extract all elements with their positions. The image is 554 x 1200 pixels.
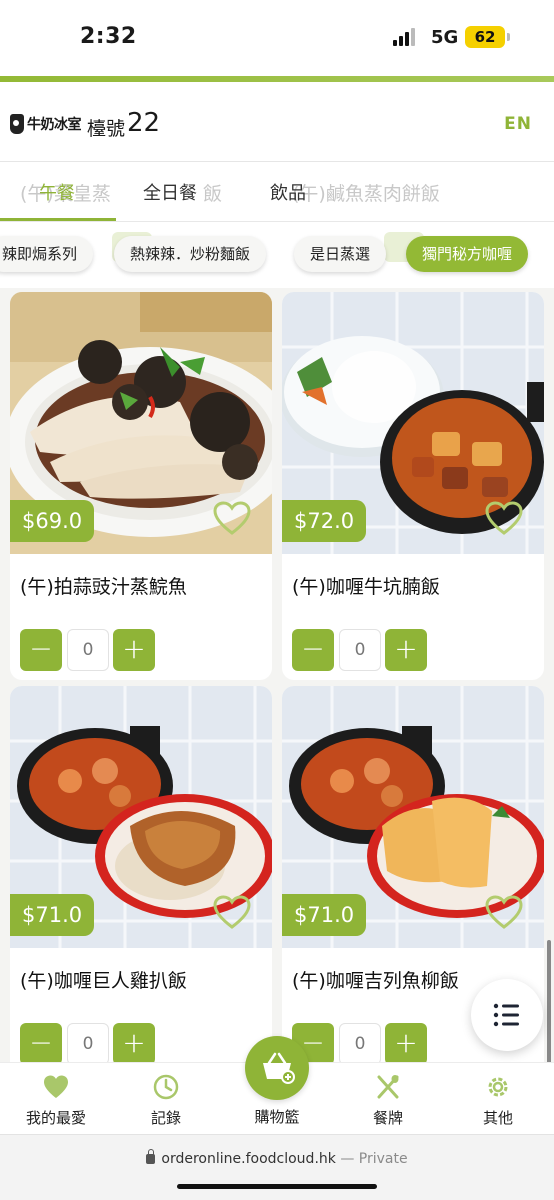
nav-menu[interactable]: 餐牌 <box>333 1073 443 1128</box>
battery-icon: 62 <box>465 26 505 48</box>
quantity-field[interactable]: 0 <box>67 629 109 671</box>
gear-icon <box>488 1077 508 1097</box>
heart-icon[interactable] <box>484 894 524 930</box>
battery-tip <box>507 33 510 41</box>
url-text: orderonline.foodcloud.hk <box>161 1151 336 1167</box>
heart-icon[interactable] <box>212 894 252 930</box>
heart-icon[interactable] <box>212 500 252 536</box>
price-badge: $71.0 <box>10 894 95 936</box>
quantity-field[interactable]: 0 <box>339 1023 381 1065</box>
chip-curry[interactable]: 獨門秘方咖喱 <box>406 236 529 272</box>
app-header: 牛奶冰室 檯號 22 EN <box>0 82 554 162</box>
nav-label: 餐牌 <box>372 1109 403 1127</box>
chip-daily-steamed[interactable]: 是日蒸選 <box>294 236 387 272</box>
nav-label: 我的最愛 <box>25 1109 86 1127</box>
product-name: (午)咖喱吉列魚柳飯 <box>292 970 459 992</box>
basket-icon <box>263 1052 295 1084</box>
lock-icon <box>146 1149 156 1164</box>
decrease-button[interactable]: − <box>292 629 334 671</box>
utensils-icon <box>377 1075 399 1099</box>
nav-favorites[interactable]: 我的最愛 <box>1 1073 111 1128</box>
nav-others[interactable]: 其他 <box>443 1073 553 1128</box>
tab-ghost-text: (午)鹹魚蒸肉餅飯 <box>292 183 440 205</box>
status-bar: 2:32 5G 62 <box>0 0 554 76</box>
nav-label: 其他 <box>482 1109 513 1127</box>
clock-icon <box>153 1074 179 1100</box>
category-tabs: (午)菜皇蒸 飯 (午)鹹魚蒸肉餅飯 午餐 全日餐 飲品 <box>0 162 554 222</box>
decrease-button[interactable]: − <box>20 1023 62 1065</box>
increase-button[interactable]: + <box>113 629 155 671</box>
url-display[interactable]: orderonline.foodcloud.hk — Private <box>0 1149 554 1167</box>
product-card[interactable]: $69.0 (午)拍蒜豉汁蒸鯇魚 − 0 + <box>10 292 272 680</box>
tab-lunch[interactable]: 午餐 <box>39 179 75 205</box>
heart-icon <box>44 1075 68 1098</box>
price-badge: $71.0 <box>282 894 367 936</box>
nav-records[interactable]: 記錄 <box>111 1073 221 1128</box>
product-name: (午)咖喱巨人雞扒飯 <box>20 970 187 992</box>
chip-baked-series[interactable]: 辣即焗系列 <box>0 236 94 272</box>
tab-all-day[interactable]: 全日餐 <box>143 179 197 205</box>
nav-label: 記錄 <box>150 1109 181 1127</box>
language-toggle[interactable]: EN <box>504 114 532 134</box>
increase-button[interactable]: + <box>385 629 427 671</box>
quantity-field[interactable]: 0 <box>67 1023 109 1065</box>
cart-label: 購物籃 <box>254 1108 300 1126</box>
product-name: (午)咖喱牛坑腩飯 <box>292 576 440 598</box>
private-label: — Private <box>340 1151 408 1167</box>
tab-drinks[interactable]: 飲品 <box>270 179 306 205</box>
list-icon <box>493 1003 519 1027</box>
chip-stir-fry[interactable]: 熱辣辣．炒粉麵飯 <box>114 236 267 272</box>
increase-button[interactable]: + <box>113 1023 155 1065</box>
table-number: 22 <box>127 108 161 138</box>
quantity-field[interactable]: 0 <box>339 629 381 671</box>
table-label: 檯號 <box>87 118 126 140</box>
product-name: (午)拍蒜豉汁蒸鯇魚 <box>20 576 187 598</box>
list-view-button[interactable] <box>471 979 543 1051</box>
network-type: 5G <box>431 27 459 48</box>
product-card[interactable]: $72.0 (午)咖喱牛坑腩飯 − 0 + <box>282 292 544 680</box>
active-tab-indicator <box>0 218 116 221</box>
status-time: 2:32 <box>80 24 137 49</box>
product-card[interactable]: $71.0 (午)咖喱巨人雞扒飯 − 0 + <box>10 686 272 1074</box>
tab-ghost-text: 飯 <box>203 183 223 205</box>
cart-button[interactable] <box>245 1036 309 1100</box>
price-badge: $72.0 <box>282 500 367 542</box>
increase-button[interactable]: + <box>385 1023 427 1065</box>
price-badge: $69.0 <box>10 500 95 542</box>
cow-icon <box>10 114 24 134</box>
signal-icon <box>393 28 419 46</box>
brand-logo: 牛奶冰室 <box>10 112 82 136</box>
home-indicator <box>177 1184 377 1189</box>
logo-text: 牛奶冰室 <box>27 117 82 133</box>
decrease-button[interactable]: − <box>20 629 62 671</box>
heart-icon[interactable] <box>484 500 524 536</box>
browser-url-bar[interactable]: orderonline.foodcloud.hk — Private <box>0 1134 554 1200</box>
subcategory-chips: 辣即焗系列 熱辣辣．炒粉麵飯 是日蒸選 獨門秘方咖喱 <box>0 222 554 288</box>
